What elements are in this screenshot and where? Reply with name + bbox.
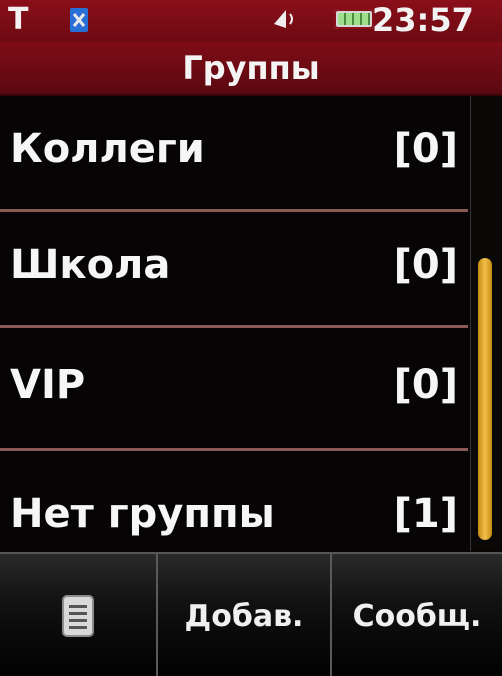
group-name: VIP: [10, 362, 86, 408]
battery-icon: [334, 9, 374, 29]
clock: 23:57: [372, 1, 474, 39]
page-title: Группы: [182, 49, 320, 87]
sim-icon: [70, 8, 88, 32]
scrollbar-thumb[interactable]: [478, 258, 492, 540]
group-name: Школа: [10, 242, 171, 288]
list-item-shkola[interactable]: Школа [0]: [0, 212, 468, 324]
carrier-indicator: T: [8, 2, 29, 37]
message-label: Сообщ.: [352, 598, 482, 634]
document-list-icon: [62, 595, 94, 637]
group-name: Коллеги: [10, 126, 205, 172]
list-item-vip[interactable]: VIP [0]: [0, 328, 468, 440]
add-button[interactable]: Добав.: [156, 554, 330, 676]
vibrate-icon: [274, 10, 293, 28]
group-count: [0]: [393, 242, 458, 288]
title-bar: Группы: [0, 42, 502, 96]
group-count: [1]: [393, 491, 458, 537]
status-bar: T 23:57: [0, 0, 502, 42]
group-name: Нет группы: [10, 491, 275, 537]
group-count: [0]: [393, 362, 458, 408]
list-item-net-gruppy[interactable]: Нет группы [1]: [0, 451, 468, 563]
message-button[interactable]: Сообщ.: [330, 554, 502, 676]
phone-screen: T 23:57 Группы Коллеги [0] Школа [0] VIP…: [0, 0, 502, 676]
group-count: [0]: [393, 126, 458, 172]
softkey-bar: Добав. Сообщ.: [0, 552, 502, 676]
group-list: Коллеги [0] Школа [0] VIP [0] Нет группы…: [0, 96, 468, 563]
list-item-kollegi[interactable]: Коллеги [0]: [0, 96, 468, 208]
menu-softkey[interactable]: [0, 554, 156, 676]
add-label: Добав.: [184, 598, 304, 634]
